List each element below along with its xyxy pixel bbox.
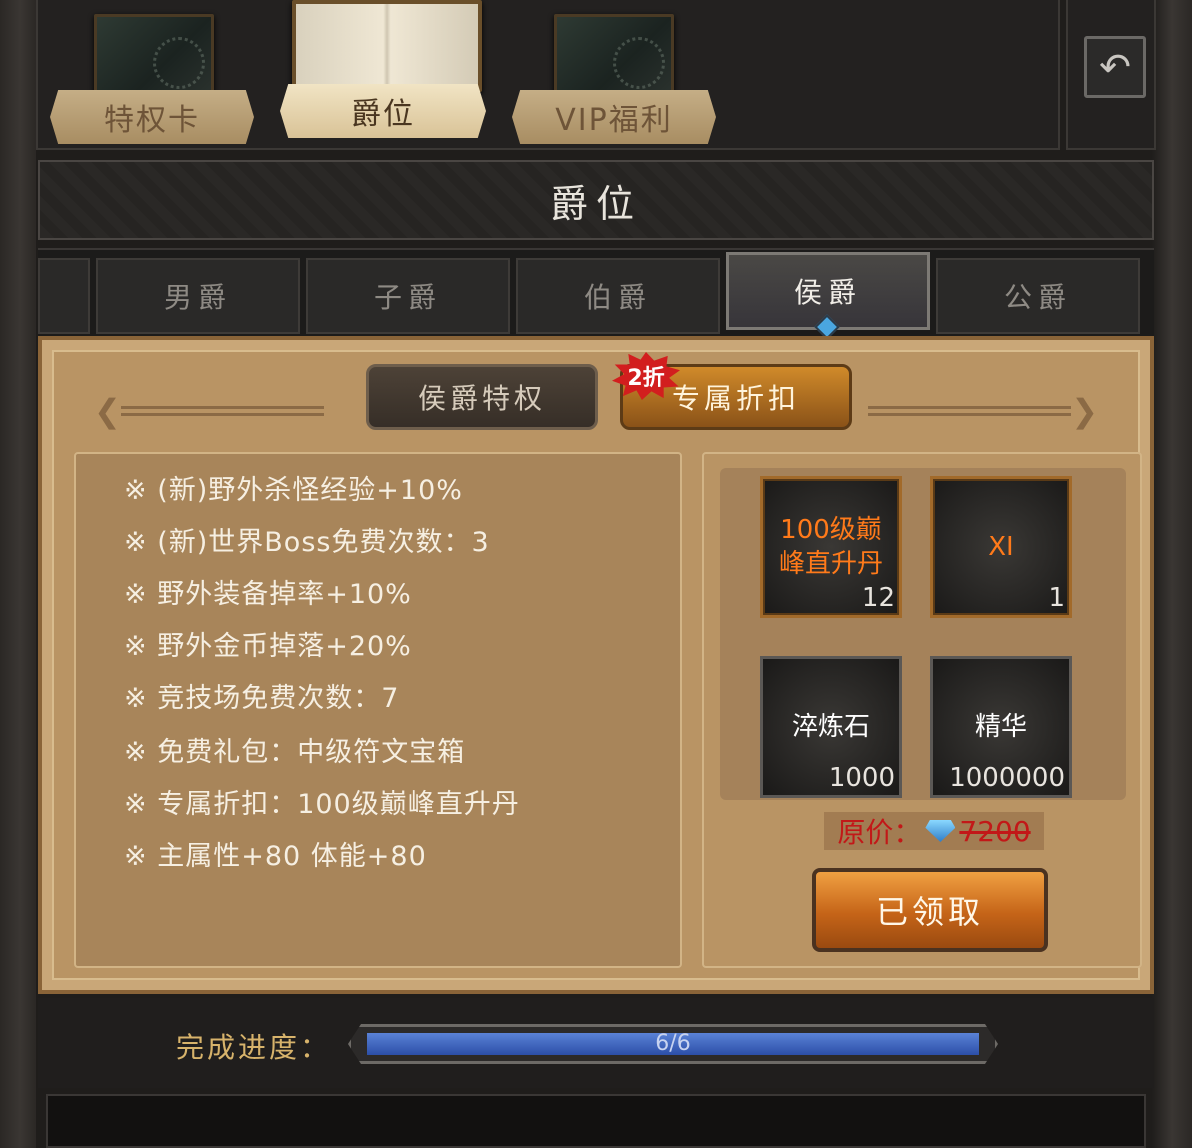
parchment-inner: ❮ ❯ 侯爵特权 专属折扣 2折 ※ (新)野外杀怪经验+10% ※ (新)世界… — [52, 350, 1142, 980]
diamond-icon — [925, 820, 956, 842]
perk-item: ※ 野外装备掉率+10% — [124, 579, 412, 610]
ornament-left-icon: ❮ — [94, 386, 324, 436]
title-book-icon — [292, 0, 482, 92]
progress-bar: 6/6 — [348, 1024, 998, 1064]
reward-count: 1 — [1048, 583, 1065, 613]
progress-label: 完成进度： — [176, 1031, 332, 1064]
rank-tab-baron[interactable]: 男爵 — [96, 258, 300, 334]
original-price: 原价： 7200 — [824, 812, 1044, 850]
tab-marquis-privilege[interactable]: 侯爵特权 — [366, 364, 598, 430]
page-title: 爵位 — [38, 160, 1154, 240]
rank-tab-duke[interactable]: 公爵 — [936, 258, 1140, 334]
rank-tab-earl[interactable]: 伯爵 — [516, 258, 720, 334]
top-tab-panel: 特权卡 爵位 VIP福利 — [36, 0, 1060, 150]
perk-item: ※ 专属折扣：100级巅峰直升丹 — [124, 789, 520, 820]
perk-item: ※ 免费礼包：中级符文宝箱 — [124, 737, 466, 768]
reward-slot-essence[interactable]: 精华 1000000 — [930, 656, 1072, 798]
privilege-card-book-icon — [94, 14, 214, 96]
price-value: 7200 — [959, 814, 1031, 848]
rank-tab-row: 男爵 子爵 伯爵 侯爵 公爵 — [38, 248, 1154, 336]
perk-item: ※ 野外金币掉落+20% — [124, 631, 412, 662]
reward-count: 12 — [861, 583, 895, 613]
vip-book-icon — [554, 14, 674, 96]
reward-name: XI — [988, 532, 1014, 562]
window-frame-right — [1152, 0, 1192, 1148]
tab-title[interactable]: 爵位 — [280, 84, 486, 138]
reward-slot-xi[interactable]: XI 1 — [930, 476, 1072, 618]
back-arrow-icon: ↶ — [1099, 45, 1131, 89]
ornament-right-icon: ❯ — [868, 386, 1098, 436]
progress-area: 完成进度： 6/6 — [38, 998, 1154, 1088]
claimed-button[interactable]: 已领取 — [812, 868, 1048, 952]
perk-item: ※ 主属性+80 体能+80 — [124, 841, 427, 872]
rank-tab-previous[interactable] — [38, 258, 90, 334]
perk-item: ※ (新)野外杀怪经验+10% — [124, 475, 463, 506]
reward-slot-peak-pill[interactable]: 100级巅峰直升丹 12 — [760, 476, 902, 618]
rank-tab-viscount[interactable]: 子爵 — [306, 258, 510, 334]
reward-count: 1000000 — [949, 763, 1065, 793]
reward-name: 100级巅峰直升丹 — [778, 515, 883, 579]
reward-name: 淬炼石 — [791, 712, 870, 742]
tab-privilege-card[interactable]: 特权卡 — [50, 90, 254, 144]
perk-list: ※ (新)野外杀怪经验+10% ※ (新)世界Boss免费次数：3 ※ 野外装备… — [74, 452, 682, 968]
bottom-panel — [46, 1094, 1146, 1148]
progress-text: 6/6 — [655, 1031, 691, 1056]
tab-vip-benefits[interactable]: VIP福利 — [512, 90, 716, 144]
reward-slot-refining-stone[interactable]: 淬炼石 1000 — [760, 656, 902, 798]
rank-detail-panel: ❮ ❯ 侯爵特权 专属折扣 2折 ※ (新)野外杀怪经验+10% ※ (新)世界… — [38, 336, 1154, 994]
price-label: 原价： — [837, 816, 922, 849]
back-button[interactable]: ↶ — [1084, 36, 1146, 98]
perk-item: ※ 竞技场免费次数：7 — [124, 683, 400, 714]
discount-reward-panel: 100级巅峰直升丹 12 XI 1 淬炼石 1000 精华 1000000 原价… — [702, 452, 1142, 968]
reward-name: 精华 — [974, 712, 1027, 742]
reward-grid: 100级巅峰直升丹 12 XI 1 淬炼石 1000 精华 1000000 — [720, 468, 1126, 800]
reward-count: 1000 — [828, 763, 895, 793]
perk-item: ※ (新)世界Boss免费次数：3 — [124, 527, 490, 558]
